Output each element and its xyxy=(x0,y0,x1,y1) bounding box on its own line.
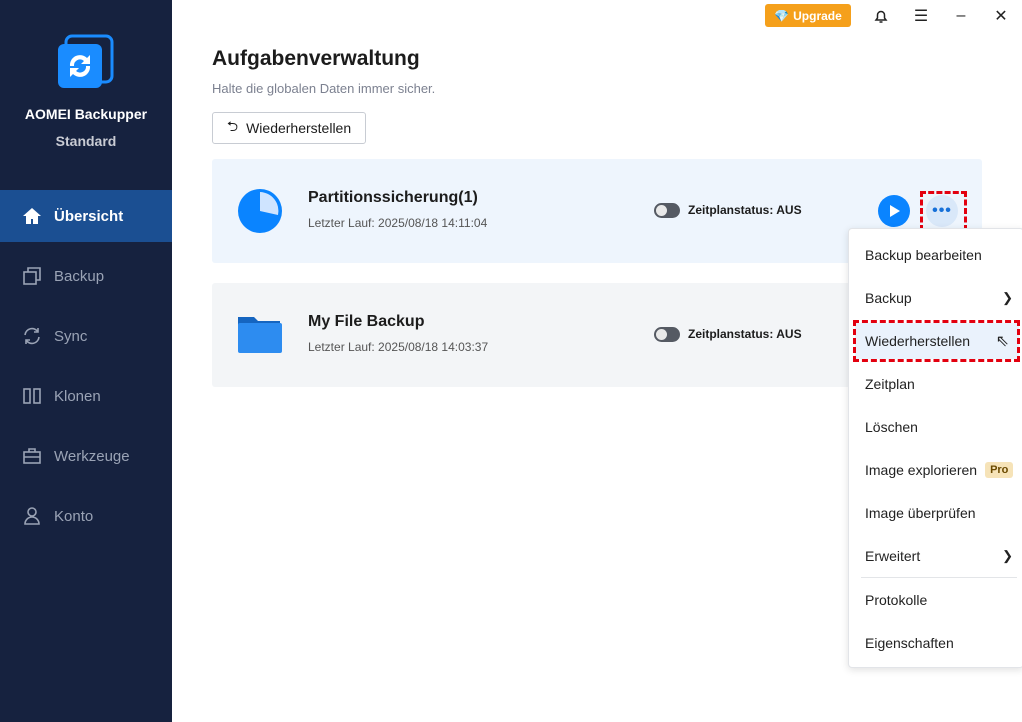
context-menu: Backup bearbeiten Backup ❯ Wiederherstell… xyxy=(848,228,1022,668)
menu-label: Erweitert xyxy=(865,548,921,564)
menu-label: Zeitplan xyxy=(865,376,915,392)
menu-item-advanced[interactable]: Erweitert ❯ xyxy=(849,538,1022,574)
menu-item-properties[interactable]: Eigenschaften xyxy=(849,625,1022,661)
diamond-icon: 💎 xyxy=(774,8,790,23)
schedule-status: Zeitplanstatus: AUS xyxy=(688,203,802,217)
partition-pie-icon xyxy=(238,189,282,233)
sidebar-item-klonen[interactable]: Klonen xyxy=(0,370,172,422)
menu-divider xyxy=(861,577,1017,578)
schedule-toggle[interactable] xyxy=(654,203,680,218)
page-subtitle: Halte die globalen Daten immer sicher. xyxy=(212,81,436,96)
sidebar-item-sync[interactable]: Sync xyxy=(0,310,172,362)
sidebar-item-werkzeuge[interactable]: Werkzeuge xyxy=(0,430,172,482)
undo-icon: ⮌ xyxy=(226,118,239,134)
menu-item-edit-backup[interactable]: Backup bearbeiten xyxy=(849,237,1022,273)
menu-item-backup[interactable]: Backup ❯ xyxy=(849,280,1022,316)
chevron-right-icon: ❯ xyxy=(1002,290,1013,305)
schedule-toggle[interactable] xyxy=(654,327,680,342)
sidebar-item-uebersicht[interactable]: Übersicht xyxy=(0,190,172,242)
menu-item-schedule[interactable]: Zeitplan xyxy=(849,366,1022,402)
close-icon[interactable]: ✕ xyxy=(991,6,1011,26)
menu-label: Protokolle xyxy=(865,592,928,608)
run-backup-button[interactable] xyxy=(878,195,910,227)
pro-badge: Pro xyxy=(985,462,1014,478)
aomei-logo-icon xyxy=(58,34,114,88)
highlight-box xyxy=(853,320,1020,362)
sidebar-item-label: Klonen xyxy=(54,387,101,405)
minimize-icon[interactable]: – xyxy=(951,6,971,26)
restore-label: Wiederherstellen xyxy=(246,120,352,136)
sidebar-item-label: Backup xyxy=(54,267,105,285)
folder-icon xyxy=(238,317,282,353)
menu-label: Backup xyxy=(865,290,912,306)
schedule-status: Zeitplanstatus: AUS xyxy=(688,327,802,341)
menu-label: Backup bearbeiten xyxy=(865,247,982,263)
sidebar-item-backup[interactable]: Backup xyxy=(0,250,172,302)
backup-icon xyxy=(23,267,41,285)
page-title: Aufgabenverwaltung xyxy=(212,47,420,70)
sidebar-item-konto[interactable]: Konto xyxy=(0,490,172,542)
home-icon xyxy=(23,208,41,224)
sync-icon xyxy=(24,327,40,345)
menu-item-explore-image[interactable]: Image explorieren Pro xyxy=(849,452,1022,488)
user-icon xyxy=(24,507,40,525)
menu-item-check-image[interactable]: Image überprüfen xyxy=(849,495,1022,531)
task-name: My File Backup xyxy=(308,313,425,330)
clone-icon xyxy=(23,388,41,404)
play-icon xyxy=(890,205,900,217)
sidebar-item-label: Sync xyxy=(54,327,88,345)
sidebar-item-label: Konto xyxy=(54,507,94,525)
restore-button[interactable]: ⮌ Wiederherstellen xyxy=(212,112,366,144)
menu-label: Image überprüfen xyxy=(865,505,976,521)
sidebar-item-label: Werkzeuge xyxy=(54,447,130,465)
menu-label: Löschen xyxy=(865,419,918,435)
highlight-box xyxy=(920,191,967,231)
toolbox-icon xyxy=(23,448,41,464)
upgrade-button[interactable]: 💎 Upgrade xyxy=(765,4,851,27)
task-last-run: Letzter Lauf: 2025/08/18 14:03:37 xyxy=(308,340,489,354)
task-name: Partitionssicherung(1) xyxy=(308,189,478,206)
menu-item-logs[interactable]: Protokolle xyxy=(849,582,1022,618)
menu-label: Eigenschaften xyxy=(865,635,954,651)
sidebar: AOMEI Backupper Standard Übersicht Backu… xyxy=(0,0,172,722)
app-edition: Standard xyxy=(55,133,117,149)
chevron-right-icon: ❯ xyxy=(1002,548,1013,563)
menu-icon[interactable]: ☰ xyxy=(911,6,931,26)
sidebar-item-label: Übersicht xyxy=(54,207,124,225)
task-last-run: Letzter Lauf: 2025/08/18 14:11:04 xyxy=(308,216,488,230)
app-name: AOMEI Backupper xyxy=(24,106,148,122)
upgrade-label: Upgrade xyxy=(793,8,842,23)
bell-icon[interactable] xyxy=(871,6,891,26)
menu-item-delete[interactable]: Löschen xyxy=(849,409,1022,445)
menu-label: Image explorieren xyxy=(865,462,978,478)
